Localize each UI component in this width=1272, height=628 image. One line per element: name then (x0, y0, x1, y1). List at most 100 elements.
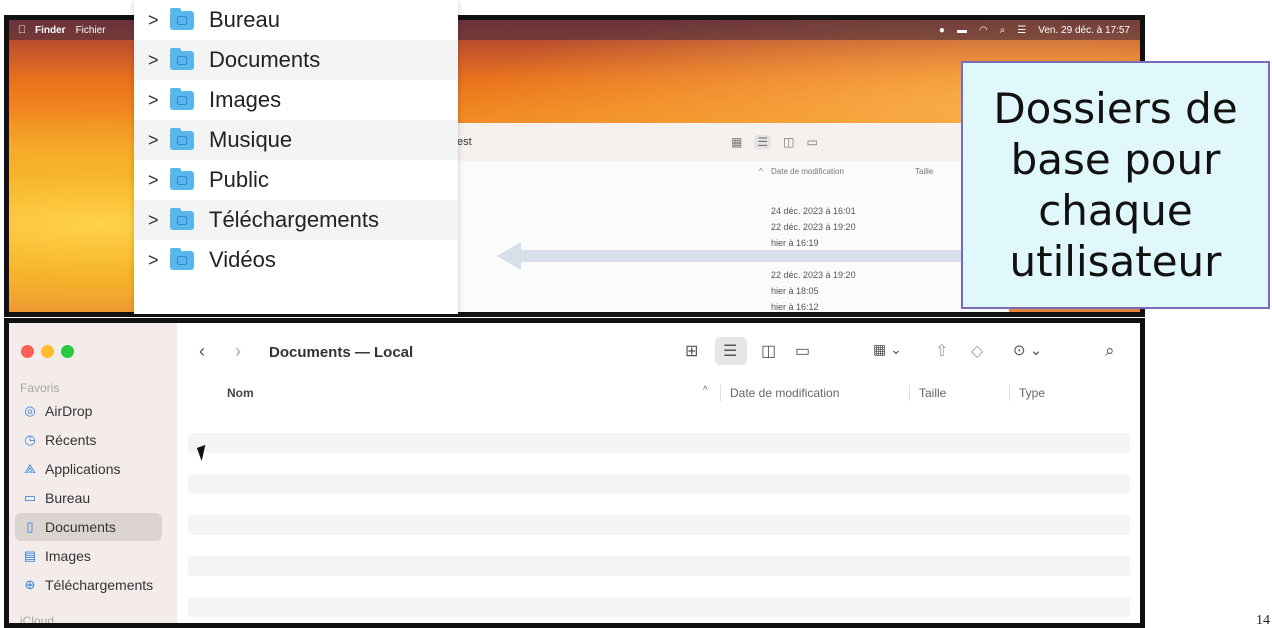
gallery-view-icon[interactable]: ▭ (806, 135, 817, 149)
close-button[interactable] (21, 345, 34, 358)
sidebar-item-label: Téléchargements (45, 577, 154, 593)
sidebar-item-label: Applications (45, 461, 121, 477)
airdrop-icon: ◎ (24, 403, 36, 418)
disclosure-chevron-icon[interactable]: > (148, 90, 170, 111)
forward-chevron-icon[interactable]: › (235, 341, 241, 362)
back-chevron-icon[interactable]: ‹ (199, 341, 205, 362)
document-icon: ▯ (26, 519, 34, 534)
sidebar-item-documents[interactable]: ▯ Documents (15, 513, 162, 541)
finder-window: Favoris ◎ AirDrop ◷ Récents ⟁ Applicatio… (4, 318, 1145, 628)
zoom-button[interactable] (61, 345, 74, 358)
pointer-arrow-head (497, 242, 521, 270)
empty-row-stripe (188, 556, 1130, 576)
sidebar-item-label: Récents (45, 432, 97, 448)
folder-label: Musique (209, 127, 293, 152)
folder-label: Images (209, 87, 282, 112)
download-icon: ⊕ (24, 577, 36, 592)
background-col-size[interactable]: Taille (915, 167, 933, 176)
more-actions-icon[interactable]: ⊙ ⌄ (1013, 341, 1042, 359)
finder-toolbar: ‹ › Documents — Local ⊞ ☰ ◫ ▭ ▦ ⌄ ⇧ ◇ ⊙ … (177, 323, 1140, 379)
empty-row-stripe (188, 474, 1130, 494)
home-folder-list: > Bureau > Documents > Images > Musique … (134, 0, 458, 314)
list-view-icon[interactable]: ☰ (723, 341, 737, 361)
pictures-folder-icon (170, 87, 194, 110)
folder-label: Téléchargements (209, 207, 379, 232)
wifi-icon[interactable]: ◠ (979, 25, 988, 36)
battery-icon[interactable]: ▬ (957, 25, 967, 36)
sidebar-item-bureau[interactable]: ▭ Bureau (15, 484, 162, 512)
icon-view-icon[interactable]: ▦ (731, 135, 742, 149)
sidebar-item-downloads[interactable]: ⊕ Téléchargements (15, 571, 162, 599)
movies-folder-icon (170, 247, 194, 270)
background-col-date[interactable]: Date de modification (771, 167, 844, 176)
folder-row-images[interactable]: > Images (134, 80, 458, 120)
desktop-folder-icon (170, 7, 194, 30)
column-date-modified[interactable]: Date de modification (730, 386, 839, 400)
menu-clock[interactable]: Ven. 29 déc. à 17:57 (1038, 25, 1130, 36)
sidebar-section-favorites: Favoris (20, 381, 60, 395)
public-folder-icon (170, 167, 194, 190)
menu-file[interactable]: Fichier (76, 25, 106, 36)
folder-row-videos[interactable]: > Vidéos (134, 240, 458, 280)
column-view-icon[interactable]: ◫ (783, 135, 794, 149)
column-name[interactable]: Nom (227, 386, 254, 400)
sidebar-item-recents[interactable]: ◷ Récents (15, 426, 162, 454)
disclosure-chevron-icon[interactable]: > (148, 170, 170, 191)
window-title: Documents — Local (269, 344, 414, 361)
disclosure-chevron-icon[interactable]: > (148, 50, 170, 71)
sort-chevron-icon: ^ (703, 385, 708, 396)
pointer-arrow-shaft (519, 250, 979, 262)
folder-row-bureau[interactable]: > Bureau (134, 0, 458, 40)
disclosure-chevron-icon[interactable]: > (148, 250, 170, 271)
share-icon[interactable]: ⇧ (935, 341, 948, 361)
apple-menu-icon[interactable]:  (9, 24, 35, 36)
background-finder-toolbar: est (449, 123, 1009, 161)
empty-row-stripe (188, 433, 1130, 453)
disclosure-chevron-icon[interactable]: > (148, 210, 170, 231)
record-icon[interactable]: ● (939, 25, 945, 36)
row-date: 22 déc. 2023 à 19:20 (771, 270, 856, 280)
row-date: hier à 16:19 (771, 238, 819, 248)
folder-row-public[interactable]: > Public (134, 160, 458, 200)
folder-row-musique[interactable]: > Musique (134, 120, 458, 160)
list-view-icon[interactable]: ☰ (754, 135, 772, 149)
sidebar-item-label: Bureau (45, 490, 91, 506)
tag-icon[interactable]: ◇ (971, 341, 983, 361)
column-type[interactable]: Type (1019, 386, 1045, 400)
control-center-icon[interactable]: ☰ (1017, 25, 1026, 36)
folder-row-documents[interactable]: > Documents (134, 40, 458, 80)
minimize-button[interactable] (41, 345, 54, 358)
folder-label: Bureau (209, 7, 280, 32)
column-view-icon[interactable]: ◫ (761, 341, 776, 361)
page-number: 14 (1256, 613, 1270, 628)
gallery-view-icon[interactable]: ▭ (795, 341, 810, 361)
finder-content: ‹ › Documents — Local ⊞ ☰ ◫ ▭ ▦ ⌄ ⇧ ◇ ⊙ … (177, 323, 1140, 623)
sidebar-item-airdrop[interactable]: ◎ AirDrop (15, 397, 162, 425)
sidebar-item-label: Images (45, 548, 91, 564)
row-date: hier à 18:05 (771, 286, 819, 296)
downloads-folder-icon (170, 207, 194, 230)
folder-label: Vidéos (209, 247, 276, 272)
disclosure-chevron-icon[interactable]: > (148, 130, 170, 151)
column-separator (1009, 385, 1010, 401)
sort-chevron-icon: ^ (759, 167, 763, 176)
row-date: 22 déc. 2023 à 19:20 (771, 222, 856, 232)
folder-label: Public (209, 167, 269, 192)
column-separator (720, 385, 721, 401)
image-icon: ▤ (23, 548, 37, 563)
sidebar-item-applications[interactable]: ⟁ Applications (15, 455, 162, 483)
column-size[interactable]: Taille (919, 386, 946, 400)
folder-row-telechargements[interactable]: > Téléchargements (134, 200, 458, 240)
search-icon[interactable]: ⌕ (1105, 341, 1115, 361)
column-header: Nom ^ Date de modification Taille Type (177, 381, 1140, 405)
sidebar-item-label: AirDrop (45, 403, 93, 419)
menu-app-name[interactable]: Finder (35, 25, 66, 36)
sidebar-section-icloud: iCloud (20, 614, 55, 628)
group-by-icon[interactable]: ▦ ⌄ (873, 341, 902, 358)
sidebar-item-label: Documents (45, 519, 116, 535)
background-window-title: est (457, 136, 472, 148)
disclosure-chevron-icon[interactable]: > (148, 10, 170, 31)
icon-view-icon[interactable]: ⊞ (685, 341, 698, 361)
sidebar-item-images[interactable]: ▤ Images (15, 542, 162, 570)
spotlight-icon[interactable]: ⌕ (1000, 25, 1006, 36)
